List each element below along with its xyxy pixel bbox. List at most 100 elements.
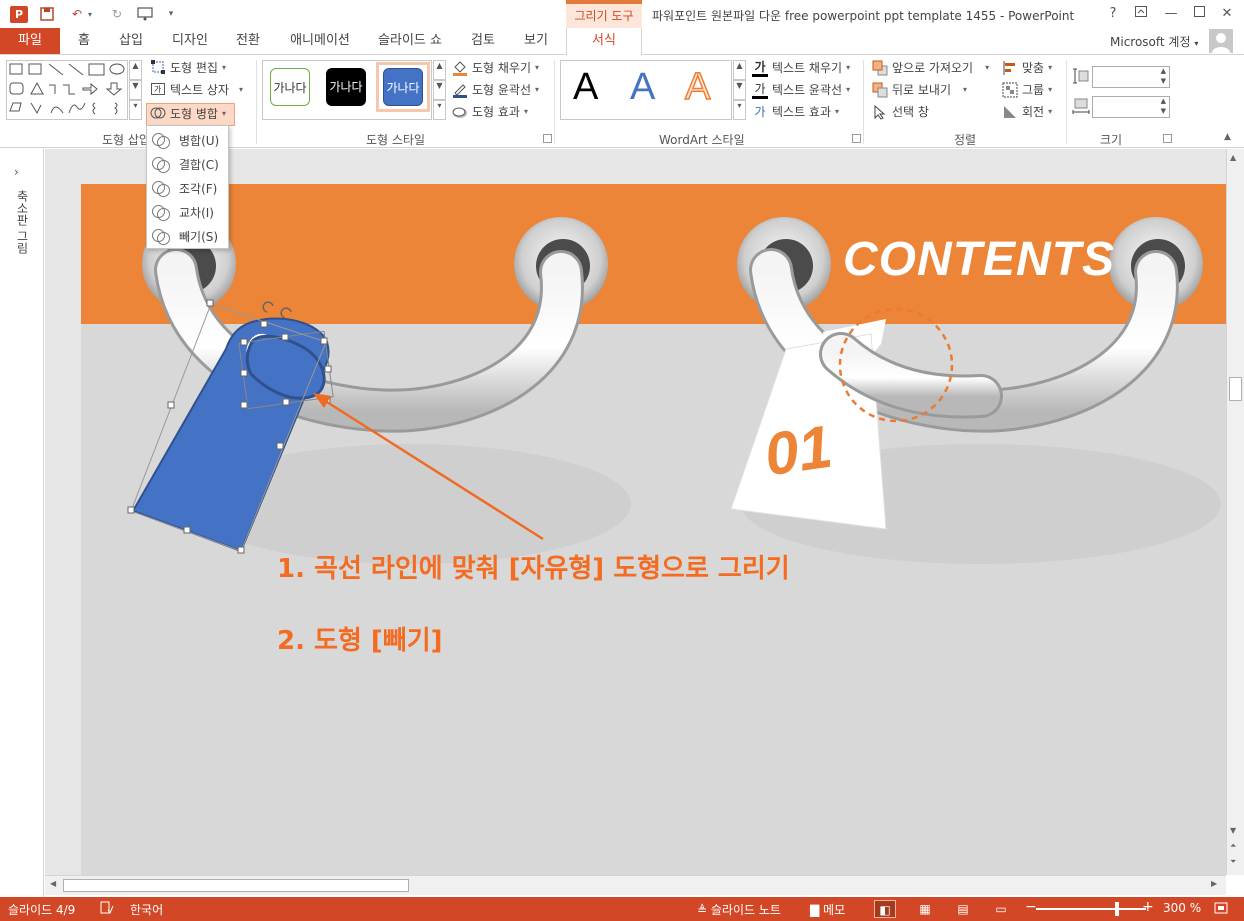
style-gallery-scroll-down-icon[interactable]: ▼ <box>433 80 446 100</box>
wordart-sample-blue[interactable]: A <box>630 66 655 109</box>
selection-pane-label: 선택 창 <box>892 105 929 119</box>
notes-button[interactable]: ≜ 슬라이드 노트 <box>697 901 781 918</box>
group-button[interactable]: 그룹 ▾ <box>1002 80 1052 100</box>
wordart-gallery-scroll-up-icon[interactable]: ▲ <box>733 60 746 80</box>
help-button[interactable]: ? <box>1100 4 1126 24</box>
zoom-slider[interactable] <box>1036 908 1146 910</box>
wordart-dialog-launcher-icon[interactable] <box>852 134 861 143</box>
redo-icon[interactable]: ↻ <box>108 5 126 23</box>
next-slide-icon[interactable]: ⏷ <box>1230 857 1236 867</box>
shapes-gallery-scroll-down-icon[interactable]: ▼ <box>129 80 142 100</box>
horizontal-scrollbar[interactable]: ◀ ▶ <box>45 875 1226 895</box>
normal-view-icon[interactable]: ◧ <box>874 900 896 918</box>
rotate-button[interactable]: 회전 ▾ <box>1002 102 1052 122</box>
thumbnails-pane-label[interactable]: 축소판 그림 <box>14 190 31 254</box>
shapes-gallery-scroll-up-icon[interactable]: ▲ <box>129 60 142 80</box>
slide-sorter-view-icon[interactable]: ▦ <box>914 900 936 918</box>
wordart-sample-outline[interactable]: A <box>684 65 711 109</box>
shape-style-sample-blue[interactable]: 가나다 <box>383 68 423 106</box>
language-indicator[interactable]: 한국어 <box>130 901 163 918</box>
text-effects-button[interactable]: 가 텍스트 효과 ▾ <box>752 102 839 122</box>
chevron-down-icon: ▾ <box>239 85 244 94</box>
selection-pane-button[interactable]: 선택 창 <box>872 102 929 122</box>
annotation-step-1[interactable]: 1. 곡선 라인에 맞춰 [자유형] 도형으로 그리기 <box>277 548 790 585</box>
menu-item-subtract[interactable]: 빼기(S) <box>147 224 228 248</box>
text-fill-button[interactable]: 가 텍스트 채우기 ▾ <box>752 58 850 78</box>
tab-slideshow[interactable]: 슬라이드 쇼 <box>372 28 448 54</box>
undo-dropdown-icon[interactable]: ▾ <box>85 5 95 23</box>
vertical-scroll-thumb[interactable] <box>1229 377 1242 401</box>
style-gallery-more-icon[interactable]: ▾ <box>433 100 446 120</box>
menu-item-combine[interactable]: 결합(C) <box>147 152 228 176</box>
shape-outline-button[interactable]: 도형 윤곽선 ▾ <box>452 80 539 100</box>
tab-format[interactable]: 서식 <box>566 28 642 55</box>
scroll-up-icon[interactable]: ▲ <box>1230 153 1236 162</box>
collapse-ribbon-icon[interactable]: ▲ <box>1224 132 1231 142</box>
previous-slide-icon[interactable]: ⏶ <box>1230 841 1236 851</box>
text-outline-button[interactable]: 가 텍스트 윤곽선 ▾ <box>752 80 850 100</box>
zoom-slider-thumb[interactable] <box>1115 902 1119 916</box>
tab-transitions[interactable]: 전환 <box>228 28 268 54</box>
vertical-scrollbar[interactable]: ▲ ▼ ⏶ ⏷ <box>1226 149 1244 875</box>
fit-slide-icon[interactable] <box>1214 901 1228 918</box>
shape-width-input[interactable]: ▲ ▼ <box>1092 96 1170 118</box>
scroll-right-icon[interactable]: ▶ <box>1211 879 1217 888</box>
start-slideshow-icon[interactable] <box>136 5 154 23</box>
annotation-step-2[interactable]: 2. 도형 [빼기] <box>277 620 443 657</box>
tab-view[interactable]: 보기 <box>518 28 554 54</box>
avatar[interactable] <box>1209 29 1233 53</box>
shape-effects-button[interactable]: 도형 효과 ▾ <box>452 102 528 122</box>
tab-animations[interactable]: 애니메이션 <box>284 28 356 54</box>
slide-title[interactable]: CONTENTS <box>843 232 1115 287</box>
merge-shapes-button[interactable]: 도형 병합 ▾ <box>150 104 226 124</box>
menu-item-intersect[interactable]: 교차(I) <box>147 200 228 224</box>
size-dialog-launcher-icon[interactable] <box>1163 134 1172 143</box>
scroll-left-icon[interactable]: ◀ <box>50 879 56 888</box>
shapes-gallery-more-icon[interactable]: ▾ <box>129 100 142 120</box>
shape-style-sample-outline[interactable]: 가나다 <box>270 68 310 106</box>
wordart-gallery-scroll-down-icon[interactable]: ▼ <box>733 80 746 100</box>
tab-file[interactable]: 파일 <box>0 28 60 54</box>
tab-home[interactable]: 홈 <box>70 28 98 54</box>
shape-fill-button[interactable]: 도형 채우기 ▾ <box>452 58 539 78</box>
spell-check-icon[interactable] <box>100 901 114 918</box>
edit-shape-button[interactable]: 도형 편집 ▾ <box>150 58 226 78</box>
horizontal-scroll-thumb[interactable] <box>63 879 409 892</box>
slideshow-view-icon[interactable]: ▭ <box>990 900 1012 918</box>
menu-item-union[interactable]: 병합(U) <box>147 128 228 152</box>
shapes-gallery[interactable] <box>6 60 128 120</box>
tab-review[interactable]: 검토 <box>465 28 501 54</box>
text-box-button[interactable]: 가 텍스트 상자 ▾ <box>150 80 243 100</box>
shape-style-sample-dark[interactable]: 가나다 <box>326 68 366 106</box>
expand-thumbnails-icon[interactable]: › <box>14 165 19 179</box>
intersect-icon <box>151 204 170 221</box>
shape-height-input[interactable]: ▲ ▼ <box>1092 66 1170 88</box>
send-backward-button[interactable]: 뒤로 보내기 ▾ <box>872 80 967 100</box>
wordart-sample-black[interactable]: A <box>573 66 598 109</box>
tag-number[interactable]: 01 <box>761 412 837 490</box>
close-icon[interactable]: ✕ <box>1214 4 1240 24</box>
comments-button[interactable]: ▇ 메모 <box>810 901 845 918</box>
wordart-gallery-more-icon[interactable]: ▾ <box>733 100 746 120</box>
reading-view-icon[interactable]: ▤ <box>952 900 974 918</box>
scroll-down-icon[interactable]: ▼ <box>1230 826 1236 835</box>
text-fill-icon: 가 <box>752 59 768 77</box>
zoom-out-icon[interactable]: − <box>1025 899 1037 915</box>
customize-qat-icon[interactable]: ▾ <box>162 5 180 23</box>
shape-styles-dialog-launcher-icon[interactable] <box>543 134 552 143</box>
slide-canvas[interactable]: CONTENTS 01 1. 곡선 라인에 맞춰 [자유형] 도형으로 그리기 … <box>81 184 1226 875</box>
bring-forward-button[interactable]: 앞으로 가져오기 ▾ <box>872 58 989 78</box>
tab-design[interactable]: 디자인 <box>165 28 215 54</box>
align-button[interactable]: 맞춤 ▾ <box>1002 58 1052 78</box>
undo-icon[interactable]: ↶ <box>68 5 86 23</box>
minimize-icon[interactable]: — <box>1158 4 1184 24</box>
maximize-icon[interactable] <box>1186 4 1212 24</box>
style-gallery-scroll-up-icon[interactable]: ▲ <box>433 60 446 80</box>
zoom-in-icon[interactable]: + <box>1142 899 1154 915</box>
menu-item-fragment[interactable]: 조각(F) <box>147 176 228 200</box>
account-menu[interactable]: Microsoft 계정 ▾ <box>1110 33 1198 50</box>
tab-insert[interactable]: 삽입 <box>112 28 150 54</box>
save-icon[interactable] <box>38 5 56 23</box>
zoom-level[interactable]: 300 % <box>1163 901 1201 915</box>
ribbon-display-options-icon[interactable] <box>1128 4 1154 24</box>
